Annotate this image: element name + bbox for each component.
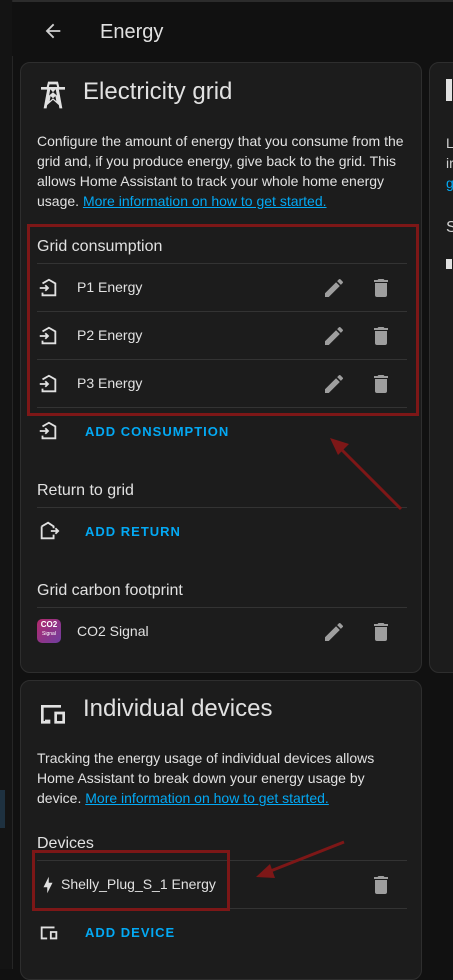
transmission-from-grid-icon <box>39 421 57 440</box>
app-header: Energy <box>12 2 453 56</box>
side-card-label: S <box>446 219 453 236</box>
card-icon <box>446 79 452 101</box>
consumption-item-label: P2 Energy <box>77 327 143 343</box>
co2-logo-subtext: Signal <box>42 631 56 637</box>
return-to-grid-label: Return to grid <box>37 482 134 499</box>
devices-icon <box>40 926 58 940</box>
carbon-footprint-label: Grid carbon footprint <box>37 582 183 599</box>
list-item: P1 Energy <box>21 264 421 311</box>
card-icon <box>446 259 452 269</box>
grid-card-title: Electricity grid <box>83 78 233 105</box>
devices-label: Devices <box>37 835 94 852</box>
device-item-label: Shelly_Plug_S_1 Energy <box>61 876 216 892</box>
pencil-icon[interactable] <box>322 372 346 396</box>
pencil-icon[interactable] <box>322 324 346 348</box>
transmission-tower-icon <box>41 81 65 109</box>
divider <box>37 908 407 909</box>
devices-card-title: Individual devices <box>83 695 273 722</box>
grid-info-link[interactable]: More information on how to get started. <box>83 193 327 209</box>
solar-panels-card: L ir g S <box>429 62 453 673</box>
co2-signal-logo: CO2 Signal <box>37 619 61 643</box>
add-return-button[interactable]: ADD RETURN <box>85 524 181 539</box>
transmission-from-grid-icon <box>39 326 57 345</box>
side-card-text: L <box>446 135 453 151</box>
trash-icon[interactable] <box>369 276 393 300</box>
transmission-to-grid-icon <box>40 521 60 540</box>
page-title: Energy <box>100 21 164 43</box>
add-device-button[interactable]: ADD DEVICE <box>85 925 175 940</box>
sidebar-selected-marker <box>0 790 5 828</box>
list-item: CO2 Signal CO2 Signal <box>21 608 421 655</box>
trash-icon[interactable] <box>369 873 393 897</box>
transmission-from-grid-icon <box>39 374 57 393</box>
list-item: P3 Energy <box>21 360 421 407</box>
divider <box>37 507 407 508</box>
list-item: Shelly_Plug_S_1 Energy <box>21 861 421 908</box>
carbon-item-label: CO2 Signal <box>77 623 149 639</box>
list-item: P2 Energy <box>21 312 421 359</box>
pencil-icon[interactable] <box>322 620 346 644</box>
consumption-item-label: P1 Energy <box>77 279 143 295</box>
trash-icon[interactable] <box>369 372 393 396</box>
electricity-grid-card: Electricity grid Configure the amount of… <box>20 62 422 673</box>
pencil-icon[interactable] <box>322 276 346 300</box>
lightning-bolt-icon <box>43 876 53 894</box>
devices-icon <box>41 705 65 724</box>
consumption-item-label: P3 Energy <box>77 375 143 391</box>
arrow-left-icon[interactable] <box>42 20 64 42</box>
transmission-from-grid-icon <box>39 278 57 297</box>
side-card-link[interactable]: g <box>446 175 453 191</box>
devices-description: Tracking the energy usage of individual … <box>37 748 409 808</box>
devices-info-link[interactable]: More information on how to get started. <box>85 790 329 806</box>
co2-logo-text: CO2 <box>40 620 58 629</box>
side-card-text: ir <box>446 155 453 171</box>
divider <box>37 407 407 408</box>
grid-consumption-label: Grid consumption <box>37 238 163 255</box>
trash-icon[interactable] <box>369 324 393 348</box>
grid-description: Configure the amount of energy that you … <box>37 131 409 211</box>
individual-devices-card: Individual devices Tracking the energy u… <box>20 680 422 980</box>
add-consumption-button[interactable]: ADD CONSUMPTION <box>85 424 229 439</box>
trash-icon[interactable] <box>369 620 393 644</box>
